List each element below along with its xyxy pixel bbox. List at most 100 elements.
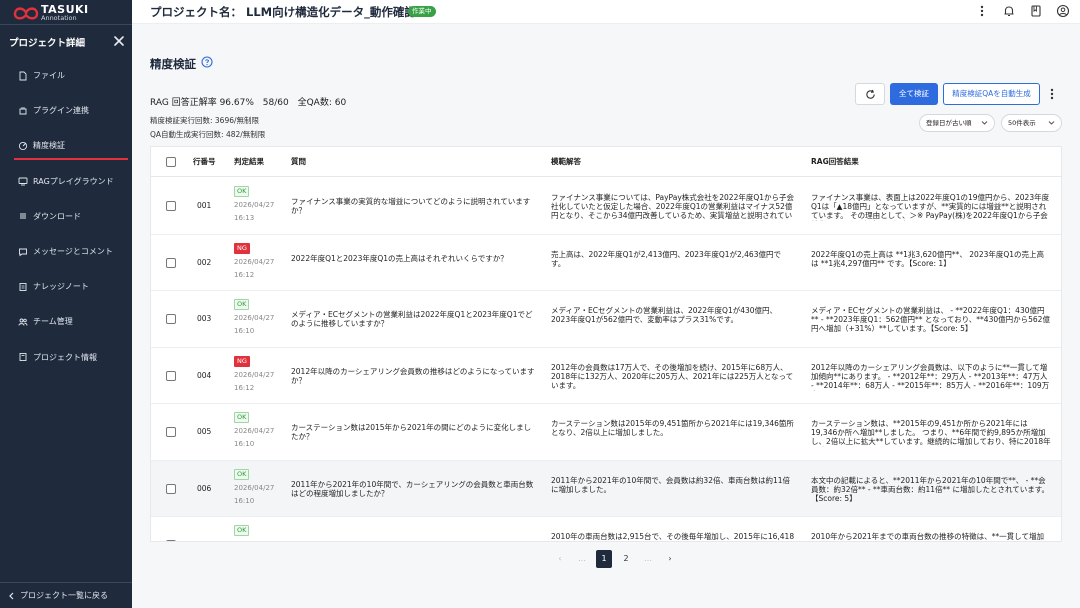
team-icon xyxy=(18,318,28,326)
next-page-button[interactable]: › xyxy=(662,550,678,568)
qa-generation-exec-count: QA自動生成実行回数: 482/無制限 xyxy=(150,130,266,139)
row-checkbox[interactable] xyxy=(166,257,176,268)
result-badge-ok: OK xyxy=(234,525,250,536)
result-badge-ng: NG xyxy=(234,355,250,367)
row-number: 005 xyxy=(197,427,212,436)
sidebar-item-label: プラグイン連携 xyxy=(33,106,89,116)
page-button-1[interactable]: 1 xyxy=(596,550,612,568)
table-row[interactable]: 001 OK 2026/04/27 16:13 ファイナンス事業の実質的な増益に… xyxy=(151,178,1061,235)
model-answer-cell: ファイナンス事業については、PayPay株式会社を2022年度Q1から子会社化し… xyxy=(551,193,795,221)
prev-page-button[interactable]: ‹ xyxy=(552,550,568,568)
bell-icon[interactable] xyxy=(1002,4,1016,18)
result-badge-ok: OK xyxy=(234,468,250,480)
column-header-judge[interactable]: 判定結果 xyxy=(234,147,264,177)
judge-time: 16:12 xyxy=(234,383,255,392)
sidebar-item-label: プロジェクト情報 xyxy=(33,352,97,362)
table-row[interactable]: OK 2010年の車両台数は2,915台で、その後毎年増加し、2015年に16,… xyxy=(151,517,1061,541)
info-icon xyxy=(19,353,27,362)
pagination: ‹ … 1 2 … › xyxy=(552,550,678,568)
table-row[interactable]: 006 OK 2026/04/27 16:10 2011年から2021年の10年… xyxy=(151,460,1061,517)
sidebar-item-label: チーム管理 xyxy=(33,317,73,327)
qa-table: 行番号 判定結果 質問 模範解答 RAG回答結果 001 OK 2026/04/… xyxy=(150,146,1062,542)
sidebar-title: プロジェクト詳細 xyxy=(9,38,86,49)
page-button-2[interactable]: 2 xyxy=(618,550,634,568)
result-badge-ok: OK xyxy=(234,412,250,423)
sidebar-item-file[interactable]: ファイル xyxy=(0,58,132,93)
logo-mark-icon xyxy=(13,7,39,20)
column-header-model-answer[interactable]: 模範解答 xyxy=(551,147,581,177)
table-row[interactable]: 003 OK 2026/04/27 16:10 メディア・ECセグメントの営業利… xyxy=(151,291,1061,348)
plugin-icon xyxy=(19,106,27,115)
judge-time: 16:10 xyxy=(234,440,255,448)
select-all-checkbox[interactable] xyxy=(166,157,176,167)
sidebar-nav: ファイル プラグイン連携 精度検証 RAGプレイグラウンド ダウンロード メッセ… xyxy=(0,58,132,375)
more-vertical-icon[interactable] xyxy=(975,4,989,18)
sidebar-item-team[interactable]: チーム管理 xyxy=(0,304,132,339)
manual-book-icon[interactable] xyxy=(1029,4,1043,18)
sidebar-item-label: RAGプレイグラウンド xyxy=(33,176,114,186)
row-checkbox[interactable] xyxy=(166,483,176,494)
table-row[interactable]: 002 NG 2026/04/27 16:12 2022年度Q1と2023年度Q… xyxy=(151,234,1061,291)
total-qa-count: 全QA数: 60 xyxy=(297,98,347,108)
rag-answer-cell: カーステーション数は、**2015年の9,451か所から2021年には19,34… xyxy=(811,419,1051,447)
judge-cell: OK xyxy=(234,525,282,536)
judge-date: 2026/04/27 xyxy=(234,314,275,322)
pagination-ellipsis: … xyxy=(644,554,652,563)
sidebar-item-rag-playground[interactable]: RAGプレイグラウンド xyxy=(0,164,132,199)
sidebar-item-plugin[interactable]: プラグイン連携 xyxy=(0,93,132,128)
chevron-left-icon xyxy=(9,592,14,599)
sidebar-item-knowledge-note[interactable]: ナレッジノート xyxy=(0,269,132,304)
sidebar-item-message[interactable]: メッセージとコメント xyxy=(0,234,132,269)
sort-order-select[interactable]: 登録日が古い順 xyxy=(919,114,995,132)
sidebar-item-accuracy[interactable]: 精度検証 xyxy=(0,128,132,163)
back-to-projects-link[interactable]: プロジェクト一覧に戻る xyxy=(0,582,132,608)
close-icon[interactable] xyxy=(112,34,126,48)
result-badge-ok: OK xyxy=(234,186,250,197)
table-row[interactable]: 004 NG 2026/04/27 16:12 2012年以降のカーシェアリング… xyxy=(151,347,1061,404)
more-vertical-icon[interactable] xyxy=(1045,86,1059,102)
row-checkbox[interactable] xyxy=(166,201,176,211)
playground-icon xyxy=(18,177,28,186)
column-header-rag-answer[interactable]: RAG回答結果 xyxy=(811,147,859,177)
per-page-select[interactable]: 50件表示 xyxy=(1001,114,1062,132)
accuracy-summary: RAG 回答正解率 96.67% 58/60 全QA数: 60 xyxy=(150,95,352,108)
question-cell: 2012年以降のカーシェアリング会員数の推移はどのようになっていますか？ xyxy=(291,366,535,385)
model-answer-cell: 売上高は、2022年度Q1が2,413億円、2023年度Q1が2,463億円です… xyxy=(551,249,781,268)
column-header-question[interactable]: 質問 xyxy=(291,147,306,177)
judge-cell: NG 2026/04/27 16:12 xyxy=(234,355,282,393)
auto-generate-qa-button[interactable]: 精度検証QAを自動生成 xyxy=(943,83,1040,105)
main-content: 精度検証 RAG 回答正解率 96.67% 58/60 全QA数: 60 精度検… xyxy=(132,24,1080,608)
help-icon[interactable] xyxy=(201,56,213,68)
result-badge-ng: NG xyxy=(234,242,250,254)
verify-all-button[interactable]: 全て検証 xyxy=(890,83,938,105)
app-logo[interactable]: TASUKI Annotation xyxy=(12,4,122,22)
row-checkbox[interactable] xyxy=(166,427,176,437)
column-header-row-no[interactable]: 行番号 xyxy=(193,147,216,177)
row-checkbox[interactable] xyxy=(166,540,176,541)
sidebar-item-project-info[interactable]: プロジェクト情報 xyxy=(0,340,132,375)
refresh-icon xyxy=(865,89,875,99)
refresh-button[interactable] xyxy=(855,83,885,105)
project-title: プロジェクト名： LLM向け構造化データ_動作確認 xyxy=(150,5,416,19)
judge-date: 2026/04/27 xyxy=(234,257,275,266)
judge-cell: NG 2026/04/27 16:12 xyxy=(234,242,282,280)
judge-time: 16:12 xyxy=(234,270,255,279)
judge-date: 2026/04/27 xyxy=(234,201,275,209)
chevron-down-icon xyxy=(1048,121,1055,125)
sidebar-item-download[interactable]: ダウンロード xyxy=(0,199,132,234)
rag-answer-cell: メディア・ECセグメントの営業利益は、 - **2022年度Q1：430億円**… xyxy=(811,306,1050,333)
pagination-ellipsis: … xyxy=(578,554,586,563)
row-number: 001 xyxy=(197,201,212,210)
user-account-icon[interactable] xyxy=(1056,4,1070,18)
judge-time: 16:13 xyxy=(234,214,255,222)
row-checkbox[interactable] xyxy=(166,314,176,324)
model-answer-cell: 2010年の車両台数は2,915台で、その後毎年増加し、2015年に16,418… xyxy=(551,532,795,541)
rag-answer-cell: 2012年以降のカーシェアリング会員数は、以下のように**一貫して増加傾向**に… xyxy=(811,362,1050,391)
question-cell: 2022年度Q1と2023年度Q1の売上高はそれぞれいくらですか？ xyxy=(291,253,508,263)
file-icon xyxy=(19,71,27,81)
judge-cell: OK 2026/04/27 16:10 xyxy=(234,299,282,336)
model-answer-cell: 2012年の会員数は17万人で、その後増加を続け、2015年に68万人、2018… xyxy=(551,362,794,390)
page-title: 精度検証 xyxy=(150,57,196,71)
table-row[interactable]: 005 OK 2026/04/27 16:10 カーステーション数は2015年か… xyxy=(151,404,1061,461)
row-checkbox[interactable] xyxy=(166,370,176,381)
